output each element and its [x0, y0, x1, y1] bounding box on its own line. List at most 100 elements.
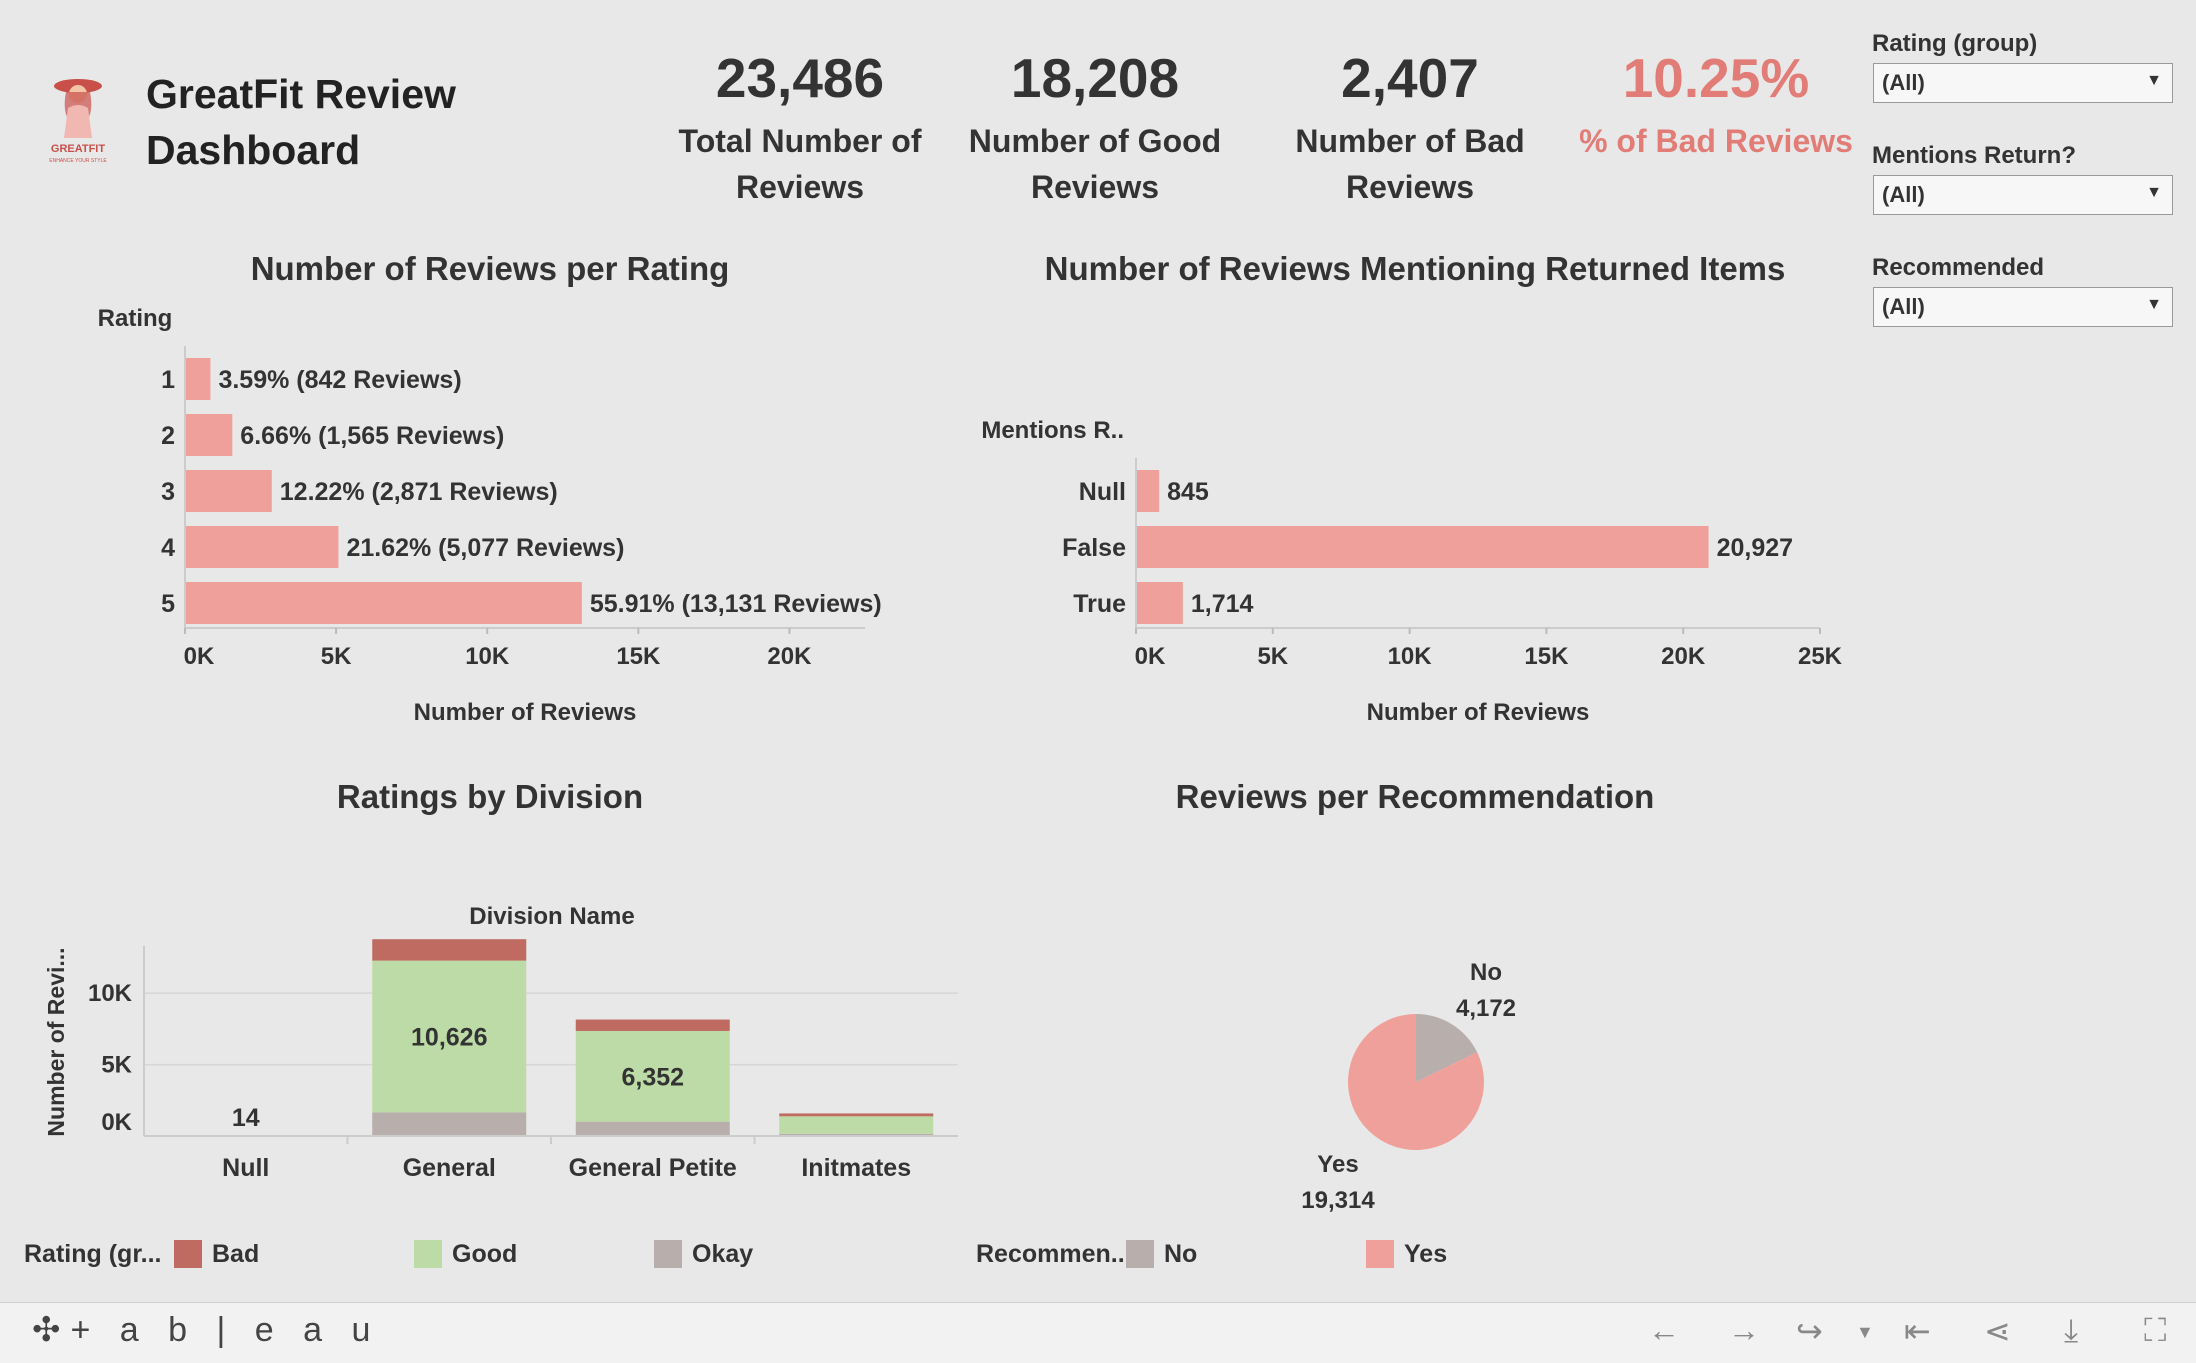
revert-dropdown-icon[interactable]: ▼: [1856, 1322, 1874, 1343]
greatfit-logo: GREATFIT ENHANCE YOUR STYLE: [49, 79, 107, 164]
download-icon[interactable]: ⤓: [2064, 1312, 2078, 1350]
bar: [185, 526, 339, 568]
x-tick-label: 15K: [1524, 643, 1569, 670]
dropdown-arrow-icon: ▼: [2146, 184, 2162, 201]
tableau-mark-icon: ✣: [32, 1311, 71, 1349]
bar-data-label: 6.66% (1,565 Reviews): [240, 422, 504, 450]
fullscreen-icon[interactable]: ⛶: [2144, 1312, 2166, 1350]
legend-swatch-good: [414, 1240, 442, 1268]
legend-rating-group-title: Rating (gr...: [24, 1240, 162, 1268]
kpi-value: 2,407: [1341, 47, 1479, 109]
chart-title-reviews-per-recommendation: Reviews per Recommendation: [1175, 778, 1655, 815]
legend-label-yes: Yes: [1404, 1240, 1448, 1268]
filter-value: (All): [1882, 70, 1925, 95]
y-tick-label: 0K: [101, 1109, 132, 1136]
bar: [185, 582, 582, 624]
tableau-logo[interactable]: ✣+ a b | e a u: [32, 1310, 380, 1350]
pie-label-category: No: [1470, 959, 1502, 986]
filter-value: (All): [1882, 182, 1925, 207]
legend-label-okay: Okay: [692, 1240, 754, 1268]
redo-icon[interactable]: →: [1728, 1312, 1760, 1349]
reset-icon[interactable]: ⇤: [1904, 1312, 1931, 1350]
filter-recommended-select[interactable]: (All) ▼: [1873, 287, 2173, 327]
kpi-total-reviews: 23,486 Total Number of Reviews: [650, 40, 950, 210]
x-tick-label: 10K: [1388, 643, 1433, 670]
axis-title-y: Number of Revi...: [43, 947, 69, 1136]
bar: [1136, 470, 1160, 512]
stacked-bar-segment-bad: [372, 939, 527, 961]
stacked-bar-segment-okay: [372, 1112, 527, 1136]
y-tick-label: 10K: [88, 980, 133, 1007]
category-label: Null: [222, 1154, 269, 1182]
x-tick-label: 5K: [1257, 643, 1288, 670]
kpi-value: 23,486: [715, 47, 885, 109]
filter-mentions-return-label: Mentions Return?: [1872, 142, 2076, 169]
kpi-value: 10.25%: [1622, 47, 1810, 109]
category-label: 1: [161, 366, 175, 394]
chart-title-ratings-by-division: Ratings by Division: [336, 778, 644, 815]
kpi-label: Number of Bad Reviews: [1295, 123, 1525, 205]
bar-data-label: 845: [1167, 478, 1209, 506]
bar: [1136, 582, 1183, 624]
dropdown-arrow-icon: ▼: [2146, 296, 2162, 313]
kpi-value: 18,208: [1010, 47, 1180, 109]
x-tick-label: 15K: [616, 643, 661, 670]
axis-title-x: Number of Reviews: [414, 699, 637, 726]
bar-data-label: 12.22% (2,871 Reviews): [280, 478, 558, 506]
bar: [185, 358, 211, 400]
kpi-label: Number of Good Reviews: [968, 123, 1222, 205]
dropdown-arrow-icon: ▼: [2146, 72, 2162, 89]
bar-data-label: 1,714: [1191, 590, 1254, 618]
category-label: 4: [161, 534, 175, 562]
x-tick-label: 20K: [1661, 643, 1706, 670]
category-label: 2: [161, 422, 175, 450]
kpi-label: Total Number of Reviews: [678, 123, 922, 205]
category-label: General Petite: [569, 1154, 737, 1182]
tableau-wordmark: + a b | e a u: [70, 1311, 381, 1349]
bar-data-label: 6,352: [621, 1063, 684, 1091]
y-tick-label: 5K: [101, 1052, 132, 1079]
legend-swatch-bad: [174, 1240, 202, 1268]
legend-swatch-okay: [654, 1240, 682, 1268]
undo-icon[interactable]: ←: [1648, 1312, 1680, 1349]
bar: [185, 414, 233, 456]
category-label: False: [1062, 534, 1126, 562]
kpi-bad-percent: 10.25% % of Bad Reviews: [1566, 40, 1866, 164]
category-label: Null: [1079, 478, 1126, 506]
bar-data-label: 10,626: [411, 1024, 487, 1052]
filter-rating-group-select[interactable]: (All) ▼: [1873, 63, 2173, 103]
kpi-label: % of Bad Reviews: [1579, 123, 1853, 159]
kpi-good-reviews: 18,208 Number of Good Reviews: [945, 40, 1245, 210]
axis-title-x: Division Name: [469, 903, 634, 930]
logo-text: GREATFIT: [51, 143, 105, 155]
category-label: 3: [161, 478, 175, 506]
logo-tagline: ENHANCE YOUR STYLE: [49, 158, 107, 164]
axis-title-x: Number of Reviews: [1367, 699, 1590, 726]
revert-icon[interactable]: ↪: [1796, 1312, 1823, 1350]
stacked-bar-segment-good: [779, 1116, 934, 1134]
x-tick-label: 0K: [184, 643, 215, 670]
x-tick-label: 10K: [465, 643, 510, 670]
filter-value: (All): [1882, 294, 1925, 319]
legend-swatch-no: [1126, 1240, 1154, 1268]
legend-label-no: No: [1164, 1240, 1198, 1268]
filter-mentions-return-select[interactable]: (All) ▼: [1873, 175, 2173, 215]
share-icon[interactable]: ⋖: [1984, 1312, 2011, 1350]
category-label: 5: [161, 590, 175, 618]
bar-data-label: 21.62% (5,077 Reviews): [346, 534, 624, 562]
bar-data-label: 20,927: [1717, 534, 1793, 562]
pie-data-label: 4,172: [1456, 995, 1516, 1022]
dashboard-title: GreatFit Review Dashboard: [146, 71, 456, 173]
pie-data-label: 19,314: [1301, 1187, 1375, 1214]
bar: [1136, 526, 1709, 568]
bar-data-label: 3.59% (842 Reviews): [218, 366, 461, 394]
x-tick-label: 0K: [1135, 643, 1166, 670]
filter-recommended-label: Recommended: [1872, 254, 2045, 281]
kpi-bad-reviews: 2,407 Number of Bad Reviews: [1260, 40, 1560, 210]
stacked-bar-segment-okay: [575, 1121, 730, 1136]
legend-swatch-yes: [1366, 1240, 1394, 1268]
x-tick-label: 20K: [767, 643, 812, 670]
x-tick-label: 25K: [1798, 643, 1843, 670]
chart-title-reviews-per-rating: Number of Reviews per Rating: [250, 250, 730, 287]
reviews-per-rating-chart: Rating 1 3.59% (842 Reviews) 2 6.66% (1,565 …: [98, 305, 882, 726]
